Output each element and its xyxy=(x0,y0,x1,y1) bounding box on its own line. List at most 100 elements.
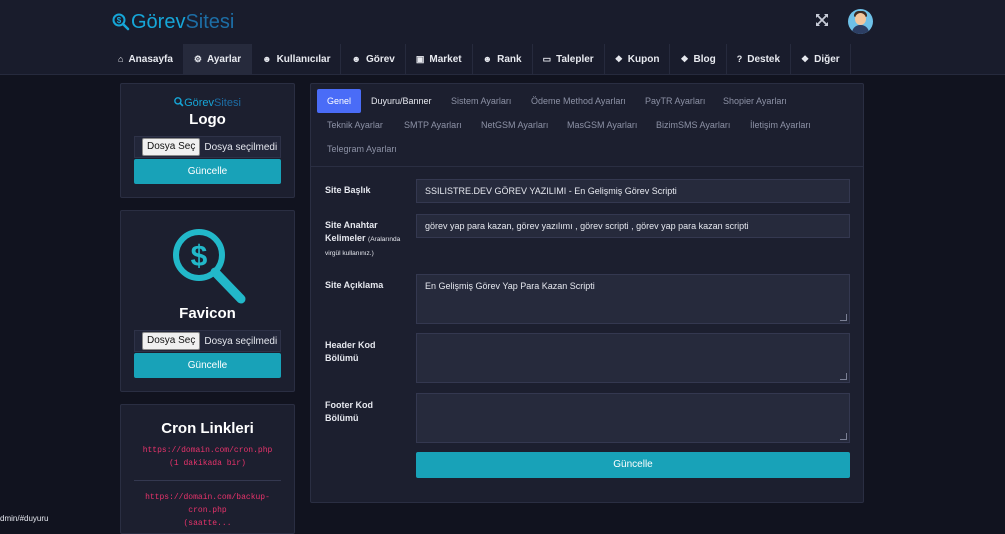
question-icon: ? xyxy=(736,54,743,64)
cron-title: Cron Linkleri xyxy=(161,420,254,437)
dollar-magnifier-icon xyxy=(174,97,184,107)
divider xyxy=(311,166,863,167)
keywords-label-line2: Kelimeler xyxy=(325,233,366,243)
nav-item-4[interactable]: ▣ Market xyxy=(406,44,473,74)
cron-link-1[interactable]: https://domain.com/cron.php xyxy=(121,444,294,457)
users-icon: ☻ xyxy=(262,54,272,64)
nav-item-label: Görev xyxy=(365,53,395,65)
nav-item-2[interactable]: ☻ Kullanıcılar xyxy=(252,44,342,74)
logo-card: GörevSitesi Logo Dosya Seç Dosya seçilme… xyxy=(120,83,295,198)
dollar-magnifier-icon: $ xyxy=(112,13,130,31)
nav-item-1[interactable]: ⚙ Ayarlar xyxy=(183,44,253,74)
ticket-icon: ▭ xyxy=(542,53,552,64)
site-title-label: Site Başlık xyxy=(325,185,371,195)
site-keywords-label: Site Anahtar Kelimeler (Aralarında virgü… xyxy=(325,219,415,260)
main-navbar: ⌂ Anasayfa ⚙ Ayarlar ☻ Kullanıcılar ☻ Görev ▣ Mar… xyxy=(0,44,1005,75)
logo-brand-part2: Sitesi xyxy=(214,97,241,109)
resize-handle[interactable] xyxy=(840,433,847,440)
nav-item-label: Diğer xyxy=(814,53,840,65)
tab-row1-5[interactable]: Shopier Ayarları xyxy=(723,89,787,113)
tab-row2-2[interactable]: NetGSM Ayarları xyxy=(481,113,548,137)
logo-title: Logo xyxy=(189,111,226,128)
tab-row1-1[interactable]: Duyuru/Banner xyxy=(371,89,432,113)
choose-file-button[interactable]: Dosya Seç xyxy=(142,332,201,350)
tab-row1-4[interactable]: PayTR Ayarları xyxy=(645,89,705,113)
favicon-update-button[interactable]: Güncelle xyxy=(134,353,281,378)
site-description-value: En Gelişmiş Görev Yap Para Kazan Scripti xyxy=(425,281,595,291)
tab-row2-1[interactable]: SMTP Ayarları xyxy=(404,113,462,137)
tab-row3-0[interactable]: Telegram Ayarları xyxy=(327,137,397,161)
header-code-label: Header Kod Bölümü xyxy=(325,339,415,365)
file-status: Dosya seçilmedi xyxy=(204,141,278,153)
favicon-file-input[interactable]: Dosya Seç Dosya seçilmedi xyxy=(134,330,281,352)
brand-logo[interactable]: $ Görev Sitesi xyxy=(112,9,234,35)
nav-item-label: Destek xyxy=(747,53,781,65)
nav-item-5[interactable]: ☻ Rank xyxy=(473,44,533,74)
nav-item-8[interactable]: ❖ Blog xyxy=(670,44,727,74)
gift-icon: ❖ xyxy=(801,53,810,64)
nav-item-label: Anasayfa xyxy=(128,53,173,65)
site-keywords-input[interactable]: görev yap para kazan, görev yazılımı , g… xyxy=(416,214,850,238)
cron-link-1-note: (1 dakikada bir) xyxy=(169,459,246,468)
tab-row1-0[interactable]: Genel xyxy=(317,89,362,113)
nav-item-label: Kupon xyxy=(627,53,660,65)
resize-handle[interactable] xyxy=(840,314,847,321)
nav-item-label: Market xyxy=(429,53,462,65)
site-description-label: Site Açıklama xyxy=(325,280,384,290)
footer-code-label-line2: Bölümü xyxy=(325,413,359,423)
footer-code-textarea[interactable] xyxy=(416,393,850,443)
logo-update-button[interactable]: Güncelle xyxy=(134,159,281,184)
site-description-textarea[interactable]: En Gelişmiş Görev Yap Para Kazan Scripti xyxy=(416,274,850,324)
nav-item-7[interactable]: ❖ Kupon xyxy=(605,44,671,74)
tab-row2-5[interactable]: İletişim Ayarları xyxy=(750,113,811,137)
keywords-label-line1: Site Anahtar xyxy=(325,220,378,230)
nav-item-6[interactable]: ▭ Talepler xyxy=(533,44,605,74)
nav-menu: ⌂ Anasayfa ⚙ Ayarlar ☻ Kullanıcılar ☻ Görev ▣ Mar… xyxy=(108,44,851,74)
briefcase-icon: ▣ xyxy=(415,53,425,64)
resize-handle[interactable] xyxy=(840,373,847,380)
home-icon: ⌂ xyxy=(118,54,124,64)
user-avatar[interactable] xyxy=(848,9,873,34)
tab-row1-3[interactable]: Ödeme Method Ayarları xyxy=(531,89,626,113)
header-code-label-line2: Bölümü xyxy=(325,353,359,363)
divider xyxy=(134,480,281,481)
nav-item-label: Ayarlar xyxy=(206,53,242,65)
site-title-input[interactable]: SSILISTRE.DEV GÖREV YAZILIMI - En Gelişm… xyxy=(416,179,850,203)
nav-item-10[interactable]: ❖ Diğer xyxy=(791,44,851,74)
gift-icon: ❖ xyxy=(680,53,689,64)
nav-item-0[interactable]: ⌂ Anasayfa xyxy=(108,44,184,74)
footer-code-label: Footer Kod Bölümü xyxy=(325,399,415,425)
tab-row2-0[interactable]: Teknik Ayarlar xyxy=(327,113,383,137)
nav-item-9[interactable]: ? Destek xyxy=(727,44,792,74)
footer-code-label-line1: Footer Kod xyxy=(325,400,373,410)
tab-row2-4[interactable]: BizimSMS Ayarları xyxy=(656,113,730,137)
keywords-hint-2: virgül kullanınız.) xyxy=(325,250,374,257)
brand-name-part1: Görev xyxy=(131,11,186,33)
settings-panel: Genel Duyuru/Banner Sistem Ayarları Ödeme M… xyxy=(310,83,864,503)
current-logo: GörevSitesi xyxy=(121,97,294,109)
keywords-hint-1: (Aralarında xyxy=(368,236,401,243)
choose-file-button[interactable]: Dosya Seç xyxy=(142,138,201,156)
nav-item-3[interactable]: ☻ Görev xyxy=(341,44,406,74)
tab-row2-3[interactable]: MasGSM Ayarları xyxy=(567,113,637,137)
cron-link-2-cont[interactable]: cron.php xyxy=(121,504,294,517)
dollar-magnifier-icon: $ xyxy=(167,225,249,307)
brand-name-part2: Sitesi xyxy=(185,11,235,33)
users-icon: ☻ xyxy=(351,54,361,64)
cron-link-2[interactable]: https://domain.com/backup- xyxy=(121,491,294,504)
users-icon: ☻ xyxy=(482,54,493,64)
nav-item-label: Kullanıcılar xyxy=(276,53,331,65)
header-code-textarea[interactable] xyxy=(416,333,850,383)
svg-text:$: $ xyxy=(191,240,208,273)
logo-file-input[interactable]: Dosya Seç Dosya seçilmedi xyxy=(134,136,281,158)
logo-brand-part1: Görev xyxy=(184,97,215,109)
nav-item-label: Blog xyxy=(693,53,716,65)
gift-icon: ❖ xyxy=(614,53,623,64)
favicon-card: $ Favicon Dosya Seç Dosya seçilmedi Günc… xyxy=(120,210,295,392)
svg-text:$: $ xyxy=(117,16,122,25)
expand-icon[interactable] xyxy=(813,13,831,31)
settings-update-button[interactable]: Güncelle xyxy=(416,452,850,478)
status-url: dmin/#duyuru xyxy=(0,514,49,524)
tab-row1-2[interactable]: Sistem Ayarları xyxy=(451,89,511,113)
file-status: Dosya seçilmedi xyxy=(204,335,278,347)
